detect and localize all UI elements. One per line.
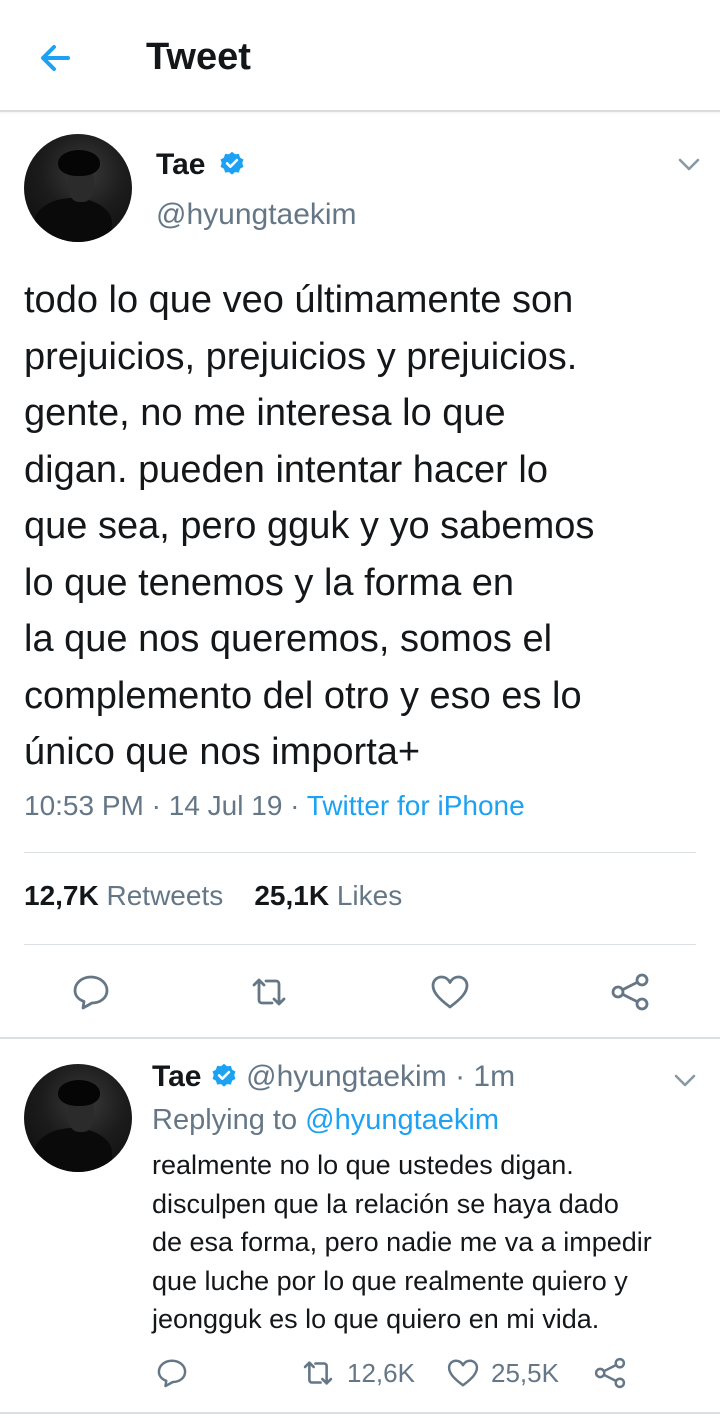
replying-to-mention[interactable]: @hyungtaekim xyxy=(305,1104,499,1136)
tweet-source-link[interactable]: Twitter for iPhone xyxy=(307,790,525,821)
reply-text: realmente no lo que ustedes digan. discu… xyxy=(152,1150,652,1334)
reply-age: 1m xyxy=(473,1060,516,1093)
chevron-down-icon xyxy=(678,158,700,171)
reply-like-count: 25,5K xyxy=(491,1357,559,1388)
retweet-button[interactable] xyxy=(247,970,291,1014)
tweet-date: 14 Jul 19 xyxy=(168,790,283,821)
tweet-options-button[interactable] xyxy=(674,150,704,180)
verified-badge-icon xyxy=(212,1063,236,1087)
tweet-stats: 12,7K Retweets 25,1K Likes xyxy=(24,880,402,912)
retweets-stat[interactable]: 12,7K Retweets xyxy=(24,880,223,911)
share-button[interactable] xyxy=(608,970,652,1014)
reply-icon xyxy=(73,975,109,1010)
avatar[interactable] xyxy=(24,134,132,242)
page-title: Tweet xyxy=(146,36,251,78)
divider xyxy=(0,1412,720,1414)
reply-header: Tae @hyungtaekim · 1m xyxy=(152,1060,516,1093)
reply-options-button[interactable] xyxy=(670,1066,700,1096)
reply-reply-button[interactable] xyxy=(154,1353,200,1393)
retweet-icon xyxy=(303,1361,333,1385)
tweet-text: todo lo que veo últimamente son prejuici… xyxy=(24,279,595,773)
verified-badge-icon xyxy=(220,151,244,175)
author-handle[interactable]: @hyungtaekim xyxy=(156,198,357,232)
divider xyxy=(24,944,696,945)
top-bar: Tweet xyxy=(0,0,720,112)
reply-share-button[interactable] xyxy=(592,1353,638,1393)
divider xyxy=(0,1037,720,1039)
replying-to: Replying to @hyungtaekim xyxy=(152,1104,500,1136)
like-icon xyxy=(447,1359,479,1387)
share-icon xyxy=(611,973,649,1011)
avatar[interactable] xyxy=(24,1064,132,1172)
tweet-time: 10:53 PM xyxy=(24,790,144,821)
reply-button[interactable] xyxy=(69,970,113,1014)
tweet-timestamp: 10:53 PM · 14 Jul 19 · Twitter for iPhon… xyxy=(24,790,525,821)
reply-retweet-button[interactable]: 12,6K xyxy=(299,1353,415,1393)
like-icon xyxy=(431,975,469,1009)
retweet-icon xyxy=(252,978,286,1006)
arrow-left-icon xyxy=(41,45,70,71)
reply-author-name[interactable]: Tae xyxy=(152,1060,201,1093)
reply-like-button[interactable]: 25,5K xyxy=(445,1353,559,1393)
reply-retweet-count: 12,6K xyxy=(347,1357,415,1388)
reply-author-handle[interactable]: @hyungtaekim xyxy=(246,1060,447,1093)
author-name[interactable]: Tae xyxy=(156,148,246,182)
likes-stat[interactable]: 25,1K Likes xyxy=(254,880,402,911)
divider xyxy=(24,852,696,853)
like-button[interactable] xyxy=(428,970,472,1014)
reply-icon xyxy=(157,1359,187,1388)
chevron-down-icon xyxy=(674,1074,696,1087)
share-icon xyxy=(594,1357,626,1389)
back-button[interactable] xyxy=(34,36,78,80)
